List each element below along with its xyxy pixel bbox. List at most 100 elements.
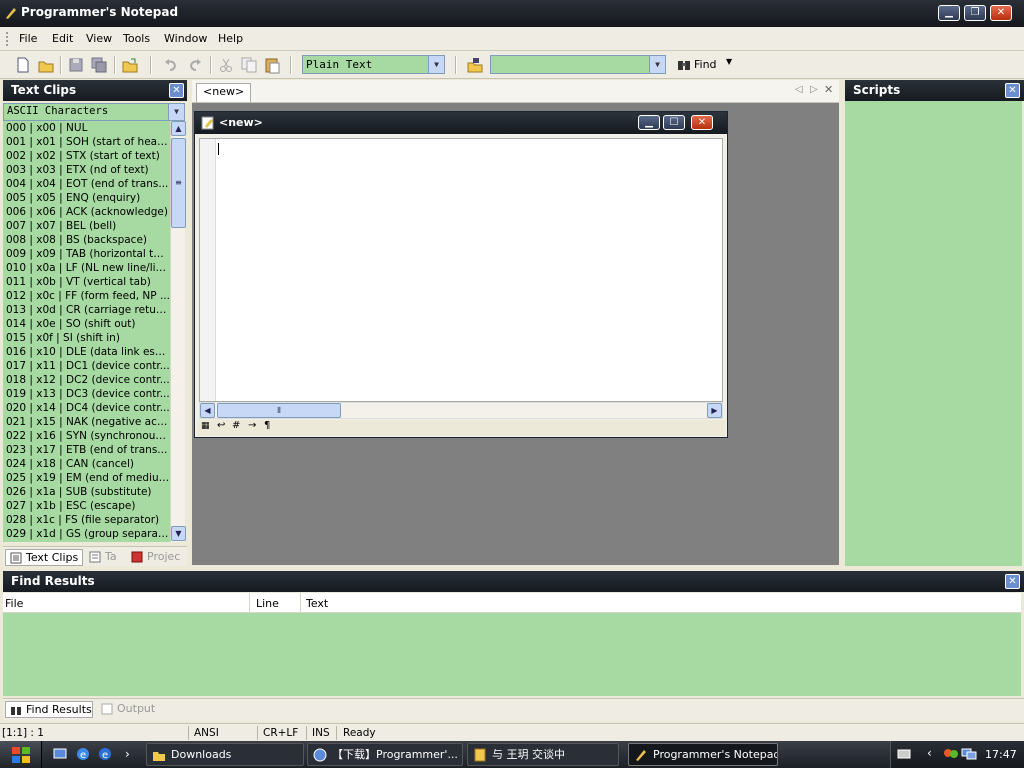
menu-view[interactable]: View (86, 32, 112, 45)
text-clip-item[interactable]: 016 | x10 | DLE (data link esca... (3, 345, 170, 359)
column-line[interactable]: Line (256, 597, 279, 610)
menu-edit[interactable]: Edit (52, 32, 73, 45)
close-panel-icon[interactable]: ✕ (1005, 574, 1020, 589)
menu-tools[interactable]: Tools (123, 32, 150, 45)
child-close-button[interactable]: ✕ (691, 115, 713, 130)
text-clip-item[interactable]: 018 | x12 | DC2 (device contr... (3, 373, 170, 387)
quick-launch-expand-icon[interactable]: › (125, 747, 130, 761)
copy-icon[interactable] (240, 56, 258, 74)
cut-icon[interactable] (217, 56, 235, 74)
open-file-icon[interactable] (37, 56, 55, 74)
scroll-thumb[interactable]: ⦀ (217, 403, 341, 418)
text-clip-item[interactable]: 022 | x16 | SYN (synchronous ... (3, 429, 170, 443)
taskbar-item-browser[interactable]: 【下载】Programmer'... (307, 743, 463, 766)
menu-help[interactable]: Help (218, 32, 243, 45)
scroll-left-icon[interactable]: ◀ (200, 403, 215, 418)
whitespace-icon[interactable]: → (248, 420, 256, 431)
scheme-select[interactable]: Plain Text ▼ (302, 55, 445, 74)
child-minimize-button[interactable]: ▁ (638, 115, 660, 130)
tab-new-document[interactable]: <new> (196, 83, 252, 102)
find-dropdown-icon[interactable]: ▼ (726, 57, 732, 66)
text-clip-item[interactable]: 019 | x13 | DC3 (device contr... (3, 387, 170, 401)
text-clip-item[interactable]: 001 | x01 | SOH (start of head... (3, 135, 170, 149)
text-clip-item[interactable]: 025 | x19 | EM (end of medium) (3, 471, 170, 485)
scroll-down-icon[interactable]: ▼ (171, 526, 186, 541)
network-icon[interactable] (961, 747, 977, 761)
tab-tags[interactable]: Ta (85, 549, 123, 566)
taskbar-item-downloads[interactable]: Downloads (146, 743, 304, 766)
binoculars-icon[interactable] (675, 56, 693, 74)
text-clip-item[interactable]: 000 | x00 | NUL (3, 121, 170, 135)
text-clip-item[interactable]: 024 | x18 | CAN (cancel) (3, 457, 170, 471)
text-clip-item[interactable]: 004 | x04 | EOT (end of trans... (3, 177, 170, 191)
text-clip-item[interactable]: 008 | x08 | BS (backspace) (3, 233, 170, 247)
text-clip-item[interactable]: 005 | x05 | ENQ (enquiry) (3, 191, 170, 205)
split-view-icon[interactable]: ▦ (201, 421, 210, 431)
text-clip-item[interactable]: 006 | x06 | ACK (acknowledge) (3, 205, 170, 219)
menu-file[interactable]: File (19, 32, 37, 45)
editor-textarea[interactable] (199, 138, 723, 402)
browser-icon[interactable]: e (76, 747, 90, 761)
tab-find-results[interactable]: Find Results (5, 701, 93, 718)
text-clip-item[interactable]: 011 | x0b | VT (vertical tab) (3, 275, 170, 289)
column-divider[interactable] (300, 593, 301, 613)
menubar-grip[interactable] (6, 32, 9, 46)
menu-window[interactable]: Window (164, 32, 207, 45)
text-clip-item[interactable]: 007 | x07 | BEL (bell) (3, 219, 170, 233)
scroll-right-icon[interactable]: ▶ (707, 403, 722, 418)
close-tab-icon[interactable]: ✕ (824, 83, 833, 96)
chevron-down-icon[interactable]: ▼ (168, 104, 184, 120)
find-button[interactable]: Find (694, 58, 717, 71)
paste-icon[interactable] (263, 56, 281, 74)
restore-button[interactable]: ❐ (964, 5, 986, 21)
text-clip-item[interactable]: 002 | x02 | STX (start of text) (3, 149, 170, 163)
chevron-down-icon[interactable]: ▼ (649, 56, 665, 73)
open-folder-icon[interactable] (121, 56, 139, 74)
tab-output[interactable]: Output (97, 701, 157, 718)
word-wrap-icon[interactable]: ↩ (217, 420, 225, 431)
clips-scrollbar[interactable]: ▲ ≡ ▼ (170, 121, 186, 542)
text-clip-item[interactable]: 010 | x0a | LF (NL new line/lin... (3, 261, 170, 275)
find-text-input[interactable]: ▼ (490, 55, 666, 74)
column-text[interactable]: Text (306, 597, 328, 610)
scroll-thumb[interactable]: ≡ (171, 138, 186, 228)
taskbar-item-chat[interactable]: 与 王玥 交谈中 (467, 743, 619, 766)
horizontal-scrollbar[interactable]: ◀ ⦀ ▶ (199, 402, 723, 419)
close-panel-icon[interactable]: ✕ (169, 83, 184, 98)
text-clip-item[interactable]: 029 | x1d | GS (group separator) (3, 527, 170, 541)
clip-category-select[interactable]: ASCII Characters ▼ (3, 103, 185, 121)
text-clip-item[interactable]: 028 | x1c | FS (file separator) (3, 513, 170, 527)
redo-icon[interactable] (186, 56, 204, 74)
text-clip-item[interactable]: 027 | x1b | ESC (escape) (3, 499, 170, 513)
text-clip-item[interactable]: 023 | x17 | ETB (end of trans... (3, 443, 170, 457)
chevron-down-icon[interactable]: ▼ (428, 56, 444, 73)
save-icon[interactable] (67, 56, 85, 74)
start-button[interactable] (0, 741, 42, 768)
jump-to-icon[interactable] (466, 56, 484, 74)
column-divider[interactable] (249, 593, 250, 613)
internet-explorer-icon[interactable]: e (98, 747, 112, 761)
undo-icon[interactable] (162, 56, 180, 74)
show-desktop-icon[interactable] (53, 747, 67, 761)
text-clip-item[interactable]: 009 | x09 | TAB (horizontal tab) (3, 247, 170, 261)
child-maximize-button[interactable]: ☐ (663, 115, 685, 130)
text-clip-item[interactable]: 012 | x0c | FF (form feed, NP ... (3, 289, 170, 303)
taskbar-item-programmers-notepad[interactable]: Programmer's Notepad (628, 743, 778, 766)
text-clip-item[interactable]: 026 | x1a | SUB (substitute) (3, 485, 170, 499)
tab-projects[interactable]: Projec (127, 549, 183, 566)
tab-text-clips[interactable]: Text Clips (5, 549, 83, 566)
scroll-up-icon[interactable]: ▲ (171, 121, 186, 136)
text-clip-item[interactable]: 020 | x14 | DC4 (device contr... (3, 401, 170, 415)
keyboard-icon[interactable] (897, 748, 911, 760)
save-all-icon[interactable] (90, 56, 108, 74)
close-panel-icon[interactable]: ✕ (1005, 83, 1020, 98)
text-clip-item[interactable]: 003 | x03 | ETX (nd of text) (3, 163, 170, 177)
close-button[interactable]: ✕ (990, 5, 1012, 21)
text-clip-item[interactable]: 013 | x0d | CR (carriage return) (3, 303, 170, 317)
line-endings-icon[interactable]: ¶ (264, 420, 270, 431)
text-clip-item[interactable]: 014 | x0e | SO (shift out) (3, 317, 170, 331)
minimize-button[interactable]: ▁ (938, 5, 960, 21)
text-clip-item[interactable]: 017 | x11 | DC1 (device contr... (3, 359, 170, 373)
tray-expand-icon[interactable]: ‹ (927, 746, 932, 760)
text-clip-item[interactable]: 015 | x0f | SI (shift in) (3, 331, 170, 345)
